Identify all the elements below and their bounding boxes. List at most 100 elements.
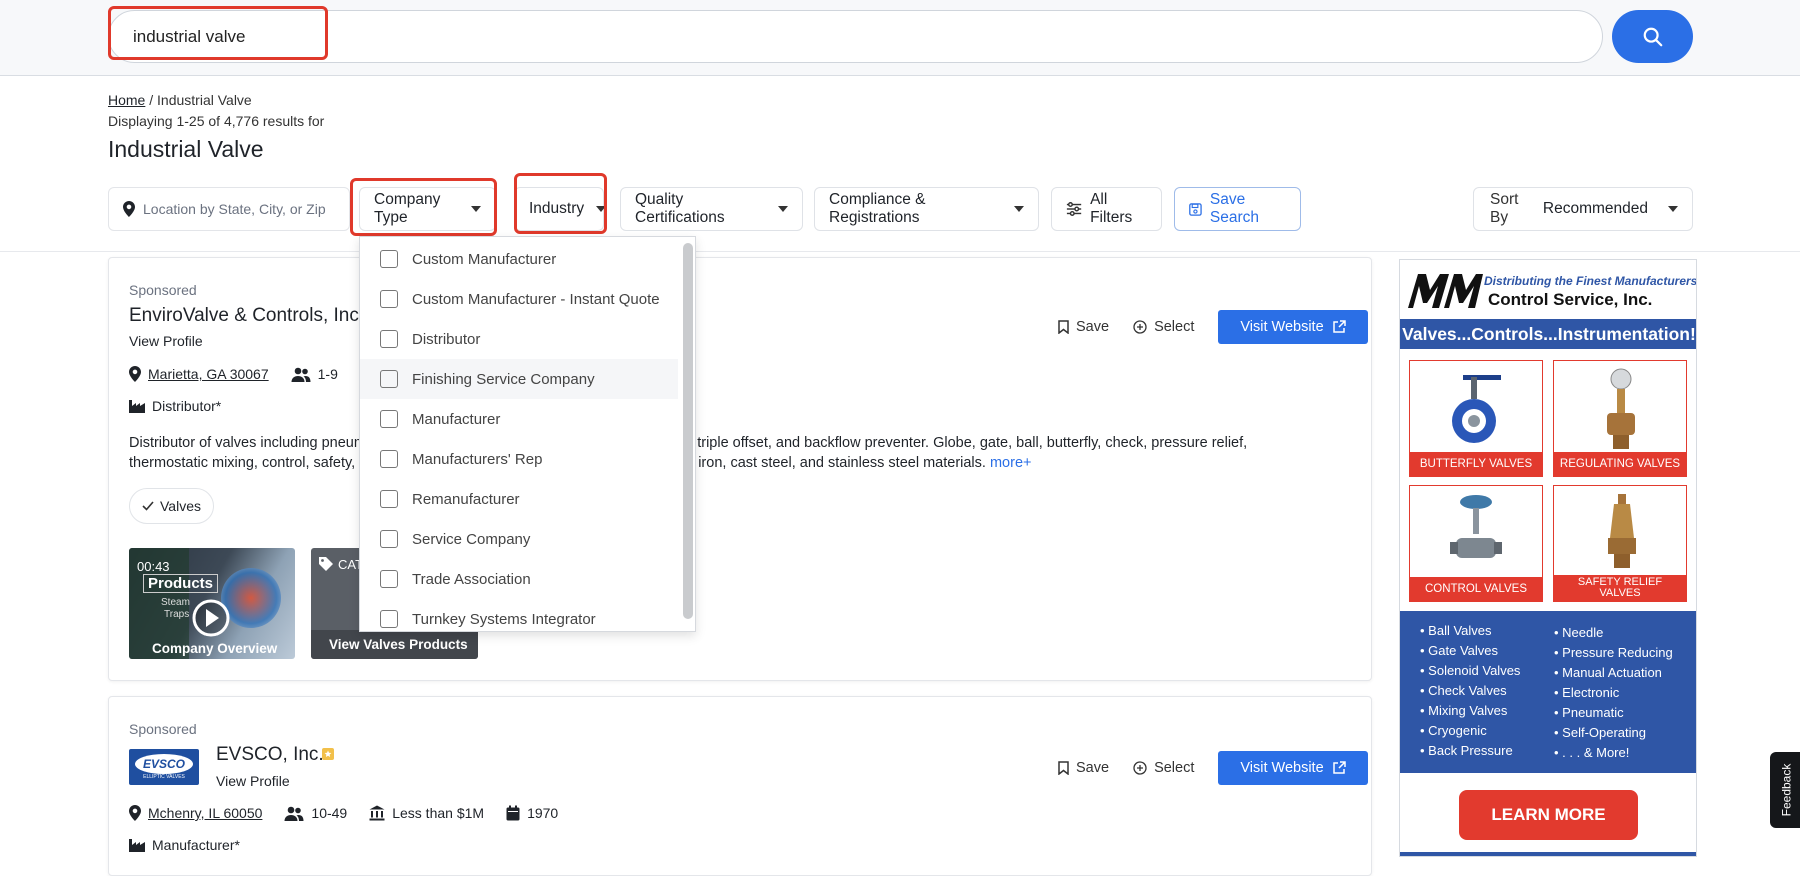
advertisement[interactable]: Distributing the Finest Manufacturers Co… — [1399, 259, 1697, 857]
save-button[interactable]: Save — [1058, 319, 1109, 335]
company-logo[interactable]: EVSCO ELLIPTIC VALVES — [129, 749, 199, 785]
video-thumbnail[interactable]: 00:43 Products Steam Traps Company Overv… — [129, 548, 295, 659]
visit-website-button[interactable]: Visit Website — [1218, 310, 1368, 344]
checkbox[interactable] — [380, 410, 398, 428]
option-manufacturers-rep[interactable]: Manufacturers' Rep — [360, 439, 678, 479]
option-service-company[interactable]: Service Company — [360, 519, 678, 559]
video-caption: Company Overview — [152, 641, 278, 656]
feedback-tab[interactable]: Feedback — [1770, 752, 1800, 828]
page-title: Industrial Valve — [108, 136, 264, 162]
checkbox[interactable] — [380, 330, 398, 348]
all-filters-button[interactable]: All Filters — [1051, 187, 1162, 231]
regulating-valve-icon — [1607, 368, 1635, 449]
sponsored-label: Sponsored — [129, 282, 197, 298]
employees-item: 10-49 — [284, 805, 347, 821]
year-value: 1970 — [527, 805, 559, 821]
check-icon — [142, 501, 154, 511]
option-turnkey-systems-integrator[interactable]: Turnkey Systems Integrator — [360, 599, 678, 631]
ad-tile-label: BUTTERFLY VALVES — [1419, 458, 1533, 470]
caret-down-icon — [596, 206, 607, 212]
location-item: Marietta, GA 30067 — [129, 366, 269, 382]
factory-icon — [129, 400, 145, 413]
visit-website-label: Visit Website — [1240, 760, 1324, 776]
company-description: Distributor of valves including pneuma in… — [129, 433, 1349, 473]
result-card: Sponsored EnviroValve & Controls, Inc. V… — [108, 257, 1372, 681]
chip-label: Valves — [160, 498, 201, 514]
search-box[interactable] — [108, 10, 1603, 63]
ad-product-list: • Ball Valves • Gate Valves • Solenoid V… — [1400, 611, 1696, 773]
checkbox[interactable] — [380, 370, 398, 388]
option-label: Trade Association — [412, 570, 531, 588]
search-input[interactable] — [133, 11, 1533, 62]
ad-list-item: • Mixing Valves — [1420, 703, 1508, 718]
save-button[interactable]: Save — [1058, 760, 1109, 776]
control-valve-icon — [1450, 495, 1502, 558]
ad-learn-more-button[interactable]: LEARN MORE — [1459, 790, 1638, 840]
checkbox[interactable] — [380, 610, 398, 628]
video-duration: 00:43 — [137, 559, 170, 574]
option-label: Manufacturer — [412, 410, 501, 428]
company-name[interactable]: EnviroValve & Controls, Inc. — [129, 305, 364, 327]
company-type-filter[interactable]: Company Type — [359, 187, 496, 231]
bank-icon — [369, 805, 385, 821]
visit-website-button[interactable]: Visit Website — [1218, 751, 1368, 785]
location-link[interactable]: Marietta, GA 30067 — [148, 366, 269, 382]
option-remanufacturer[interactable]: Remanufacturer — [360, 479, 678, 519]
company-type-value: Manufacturer* — [152, 837, 240, 853]
checkbox[interactable] — [380, 250, 398, 268]
dropdown-scrollbar[interactable] — [683, 243, 693, 619]
checkbox[interactable] — [380, 530, 398, 548]
bookmark-icon — [1058, 320, 1069, 334]
company-type-row: Distributor* — [129, 398, 243, 414]
quality-certifications-filter[interactable]: Quality Certifications — [620, 187, 803, 231]
type-item: Manufacturer* — [129, 837, 240, 853]
checkbox[interactable] — [380, 290, 398, 308]
ad-list-item: • Back Pressure — [1420, 743, 1513, 758]
video-traps-label: Traps — [164, 609, 190, 620]
compliance-filter[interactable]: Compliance & Registrations — [814, 187, 1039, 231]
option-finishing-service-company[interactable]: Finishing Service Company — [360, 359, 678, 399]
location-link[interactable]: Mchenry, IL 60050 — [148, 805, 262, 821]
location-filter[interactable]: Location by State, City, or Zip — [108, 187, 350, 231]
option-custom-manufacturer-instant-quote[interactable]: Custom Manufacturer - Instant Quote — [360, 279, 678, 319]
option-manufacturer[interactable]: Manufacturer — [360, 399, 678, 439]
location-pin-icon — [123, 201, 135, 217]
checkbox[interactable] — [380, 490, 398, 508]
card-actions: Save Select Visit Website — [1058, 751, 1368, 785]
view-profile-link[interactable]: View Profile — [129, 333, 203, 349]
checkbox[interactable] — [380, 570, 398, 588]
sort-value: Recommended — [1542, 200, 1648, 217]
view-profile-link[interactable]: View Profile — [216, 773, 290, 789]
breadcrumb: Home / Industrial Valve — [108, 92, 252, 108]
external-link-icon — [1332, 320, 1346, 333]
search-button[interactable] — [1612, 10, 1693, 63]
option-label: Finishing Service Company — [412, 370, 595, 388]
option-trade-association[interactable]: Trade Association — [360, 559, 678, 599]
sort-dropdown[interactable]: Sort By Recommended — [1473, 187, 1693, 231]
ad-list-item: • Check Valves — [1420, 683, 1507, 698]
option-custom-manufacturer[interactable]: Custom Manufacturer — [360, 239, 678, 279]
description-line-2a: thermostatic mixing, control, safety, an — [129, 455, 376, 471]
badge-icon — [322, 748, 334, 760]
calendar-icon — [506, 805, 520, 821]
save-search-button[interactable]: Save Search — [1174, 187, 1301, 231]
company-type-dropdown: Custom Manufacturer Custom Manufacturer … — [359, 236, 696, 632]
category-chip[interactable]: Valves — [129, 488, 214, 524]
employees-value: 10-49 — [311, 805, 348, 821]
industry-filter[interactable]: Industry — [514, 187, 607, 231]
more-link[interactable]: more+ — [990, 455, 1032, 471]
company-name[interactable]: EVSCO, Inc. — [216, 744, 324, 766]
breadcrumb-home-link[interactable]: Home — [108, 92, 145, 108]
people-icon — [284, 806, 304, 821]
ad-list-item: • Manual Actuation — [1554, 665, 1662, 680]
plus-circle-icon — [1133, 761, 1147, 775]
checkbox[interactable] — [380, 450, 398, 468]
ad-tile-control: CONTROL VALVES — [1409, 485, 1543, 602]
people-icon — [291, 367, 311, 382]
safety-relief-valve-icon — [1608, 494, 1636, 568]
select-button[interactable]: Select — [1133, 319, 1194, 335]
ad-list-item: • Pneumatic — [1554, 705, 1624, 720]
factory-icon — [129, 839, 145, 852]
select-button[interactable]: Select — [1133, 760, 1194, 776]
option-distributor[interactable]: Distributor — [360, 319, 678, 359]
